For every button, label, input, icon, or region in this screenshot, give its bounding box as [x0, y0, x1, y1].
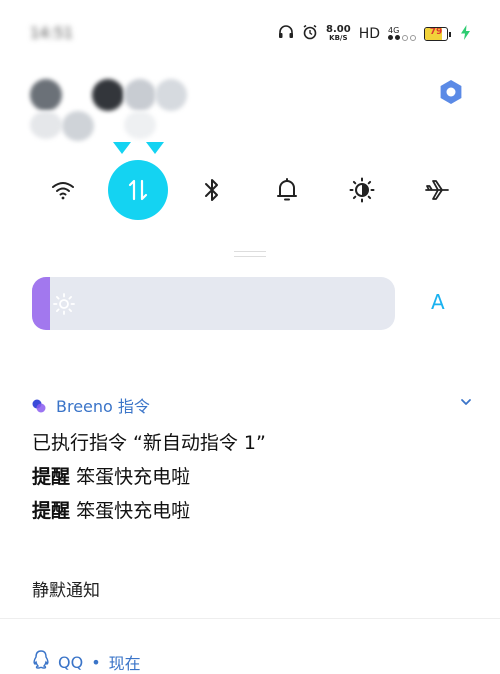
status-icons: 8.00 KB/S HD 4G 79 [278, 24, 470, 44]
bell-icon [277, 178, 297, 201]
bluetooth-icon [205, 179, 218, 201]
avatar [62, 111, 94, 141]
status-bar: 14:51 8.00 KB/S HD 4G 79 [0, 0, 500, 70]
notification-app-name: Breeno 指令 [56, 397, 150, 416]
reminder-text: 笨蛋快充电啦 [76, 500, 191, 522]
alarm-icon [302, 24, 318, 44]
network-type: 4G [388, 26, 400, 35]
avatar [30, 111, 62, 139]
qq-icon [32, 650, 50, 674]
toggle-wifi[interactable] [33, 160, 93, 220]
avatar [124, 111, 156, 139]
chevron-down-icon [461, 399, 471, 405]
brightness-slider[interactable] [32, 277, 395, 330]
silent-notifications-header: 静默通知 [32, 581, 100, 601]
brightness-slider-fill [32, 277, 51, 330]
toggle-ring[interactable] [257, 160, 317, 220]
network-speed: 8.00 KB/S [326, 25, 351, 43]
headphones-icon [278, 25, 294, 43]
settings-button[interactable] [437, 78, 465, 106]
signal-indicator: 4G [388, 27, 416, 41]
breeno-icon [32, 398, 46, 413]
qq-app-name: QQ [58, 652, 84, 672]
reminder-label: 提醒 [32, 500, 71, 522]
expand-button[interactable] [458, 394, 474, 413]
contrast-icon [349, 177, 375, 203]
airplane-icon [425, 180, 449, 200]
reminder-label: 提醒 [32, 466, 71, 488]
reminder-text: 笨蛋快充电啦 [76, 466, 191, 488]
signal-dots-icon [388, 35, 416, 41]
net-speed-unit: KB/S [329, 34, 348, 42]
notification-header[interactable]: Breeno 指令 [32, 393, 150, 417]
net-speed-value: 8.00 [326, 24, 351, 35]
settings-icon [440, 80, 462, 104]
notification-line: 已执行指令 “新自动指令 1” [32, 432, 266, 454]
toggle-brightness-mode[interactable] [332, 160, 392, 220]
battery-level: 79 [429, 27, 443, 37]
qq-notification-header[interactable]: QQ • 现在 [32, 650, 141, 674]
notification-line: 提醒 笨蛋快充电啦 [32, 462, 190, 489]
separator: • [91, 652, 101, 672]
battery-icon: 79 [424, 27, 451, 41]
wifi-icon [52, 182, 74, 200]
toggle-airplane[interactable] [407, 160, 467, 220]
toggle-mobile-data[interactable] [108, 160, 168, 220]
sun-icon [52, 292, 76, 320]
panel-drag-handle[interactable] [234, 251, 266, 257]
avatar [124, 79, 156, 111]
notification-line: 提醒 笨蛋快充电啦 [32, 496, 190, 523]
qq-time: 现在 [108, 654, 141, 673]
charging-icon [461, 24, 470, 44]
auto-brightness-button[interactable]: A [431, 290, 445, 314]
active-toggle-notch [146, 142, 164, 154]
status-time: 14:51 [30, 24, 74, 42]
toggle-bluetooth[interactable] [182, 160, 242, 220]
hd-indicator: HD [358, 26, 380, 42]
avatar [92, 79, 124, 111]
avatar [30, 79, 62, 111]
active-toggle-notch [113, 142, 131, 154]
data-transfer-icon [128, 179, 148, 201]
avatar [155, 79, 187, 111]
divider [0, 618, 500, 619]
